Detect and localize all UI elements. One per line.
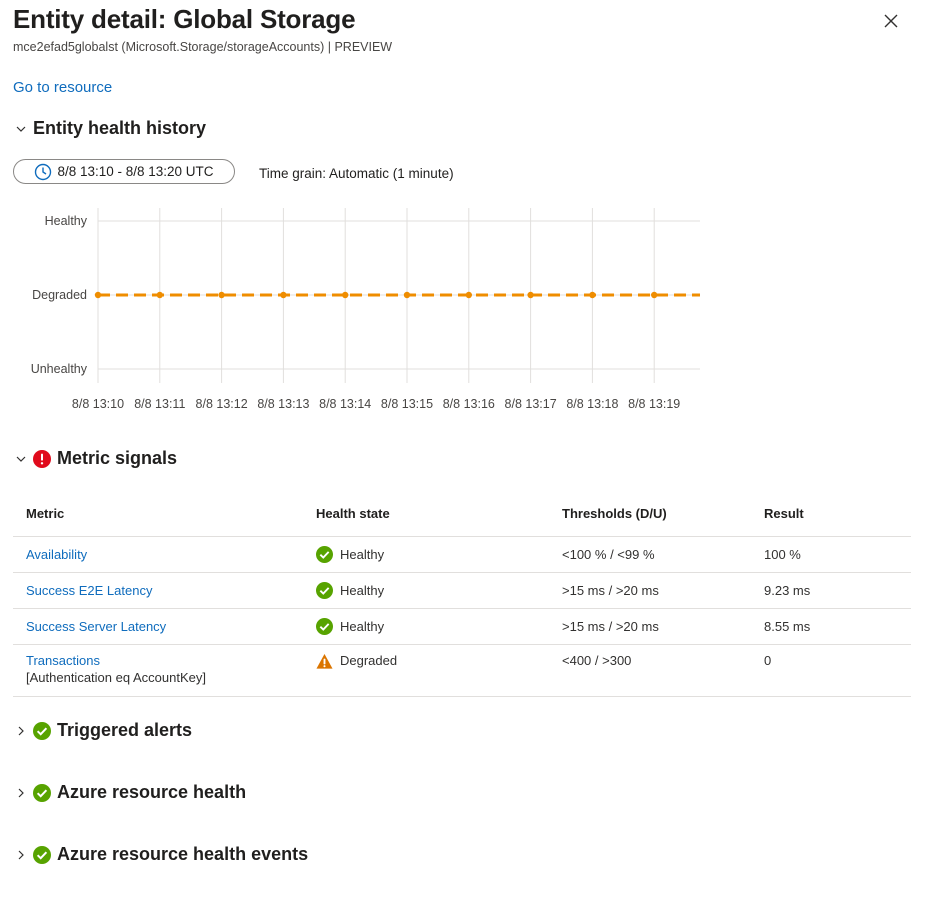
y-tick-label: Unhealthy <box>31 362 88 376</box>
data-point <box>218 291 225 299</box>
health-state: Healthy <box>340 583 385 598</box>
x-tick-label: 8/8 13:15 <box>381 397 433 411</box>
success-icon <box>33 721 51 740</box>
data-point <box>280 291 287 299</box>
table-row: Success Server Latency Healthy >15 ms / … <box>13 609 911 645</box>
metric-link[interactable]: Success Server Latency <box>26 619 166 634</box>
table-row: Transactions [Authentication eq AccountK… <box>13 645 911 697</box>
clock-icon <box>35 163 52 180</box>
chevron-right-icon <box>18 726 24 735</box>
section-heading: Entity health history <box>33 118 207 138</box>
y-tick-label: Healthy <box>45 214 88 228</box>
table-row: Success E2E Latency Healthy >15 ms / >20… <box>13 573 911 609</box>
success-icon <box>316 546 333 563</box>
chevron-down-icon <box>16 456 26 462</box>
time-grain-label: Time grain: Automatic (1 minute) <box>259 166 454 181</box>
x-tick-label: 8/8 13:10 <box>72 397 124 411</box>
health-history-chart: Unhealthy Degraded Healthy 8/8 13:10 8/8 13:… <box>31 208 700 411</box>
success-icon <box>316 618 333 635</box>
chevron-right-icon <box>18 850 24 859</box>
chevron-down-icon <box>16 126 26 132</box>
metric-link[interactable]: Availability <box>26 547 87 562</box>
entity-health-history-toggle[interactable]: Entity health history <box>15 118 206 139</box>
data-point <box>403 291 411 299</box>
data-point <box>465 291 472 299</box>
thresholds: >15 ms / >20 ms <box>562 619 659 634</box>
thresholds: <400 / >300 <box>562 653 632 668</box>
page-subtitle: mce2efad5globalst (Microsoft.Storage/sto… <box>13 40 393 54</box>
result: 8.55 ms <box>764 619 811 634</box>
page-title: Entity detail: Global Storage <box>13 4 356 34</box>
time-range-button[interactable]: 8/8 13:10 - 8/8 13:20 UTC <box>13 159 235 184</box>
x-tick-label: 8/8 13:18 <box>566 397 618 411</box>
result: 9.23 ms <box>764 583 811 598</box>
error-icon <box>33 449 51 468</box>
x-tick-label: 8/8 13:16 <box>443 397 495 411</box>
result: 0 <box>764 653 772 668</box>
section-heading: Azure resource health <box>57 782 247 802</box>
metric-signals-toggle[interactable]: Metric signals <box>15 448 177 469</box>
section-heading: Triggered alerts <box>57 720 193 740</box>
data-point <box>342 291 349 299</box>
triggered-alerts-toggle[interactable]: Triggered alerts <box>15 720 192 741</box>
thresholds: <100 % / <99 % <box>562 547 655 562</box>
column-header-health-state: Health state <box>316 505 390 521</box>
thresholds: >15 ms / >20 ms <box>562 583 659 598</box>
data-point <box>651 291 658 299</box>
section-heading: Azure resource health events <box>57 844 309 864</box>
metric-link[interactable]: Transactions <box>26 653 100 668</box>
success-icon <box>316 582 333 599</box>
azure-resource-health-events-toggle[interactable]: Azure resource health events <box>15 844 308 865</box>
metric-link[interactable]: Success E2E Latency <box>26 583 152 598</box>
data-point <box>156 291 163 299</box>
go-to-resource-link[interactable]: Go to resource <box>13 79 112 96</box>
close-icon[interactable] <box>880 10 902 32</box>
success-icon <box>33 783 51 802</box>
data-point <box>94 291 102 299</box>
column-header-result: Result <box>764 505 804 521</box>
data-point <box>589 291 596 299</box>
column-header-metric: Metric <box>26 505 65 521</box>
y-tick-label: Degraded <box>32 288 87 302</box>
time-range-label: 8/8 13:10 - 8/8 13:20 UTC <box>57 164 214 179</box>
x-tick-label: 8/8 13:19 <box>628 397 680 411</box>
health-state: Healthy <box>340 547 385 562</box>
metric-signals-table: Metric Health state Thresholds (D/U) Res… <box>13 490 911 697</box>
x-tick-label: 8/8 13:12 <box>196 397 248 411</box>
x-tick-label: 8/8 13:17 <box>505 397 557 411</box>
chevron-right-icon <box>18 788 24 797</box>
metric-filter: [Authentication eq AccountKey] <box>26 670 206 685</box>
x-tick-label: 8/8 13:11 <box>134 397 185 411</box>
data-point <box>527 291 534 299</box>
x-tick-label: 8/8 13:14 <box>319 397 371 411</box>
warning-icon <box>316 653 333 669</box>
azure-resource-health-toggle[interactable]: Azure resource health <box>15 782 246 803</box>
table-row: Availability Healthy <100 % / <99 % 100 … <box>13 537 911 573</box>
table-header: Metric Health state Thresholds (D/U) Res… <box>13 490 911 537</box>
result: 100 % <box>764 547 801 562</box>
health-state: Healthy <box>340 619 385 634</box>
x-tick-label: 8/8 13:13 <box>257 397 309 411</box>
health-state: Degraded <box>340 653 398 668</box>
column-header-thresholds: Thresholds (D/U) <box>562 505 667 521</box>
success-icon <box>33 845 51 864</box>
section-heading: Metric signals <box>57 448 178 468</box>
